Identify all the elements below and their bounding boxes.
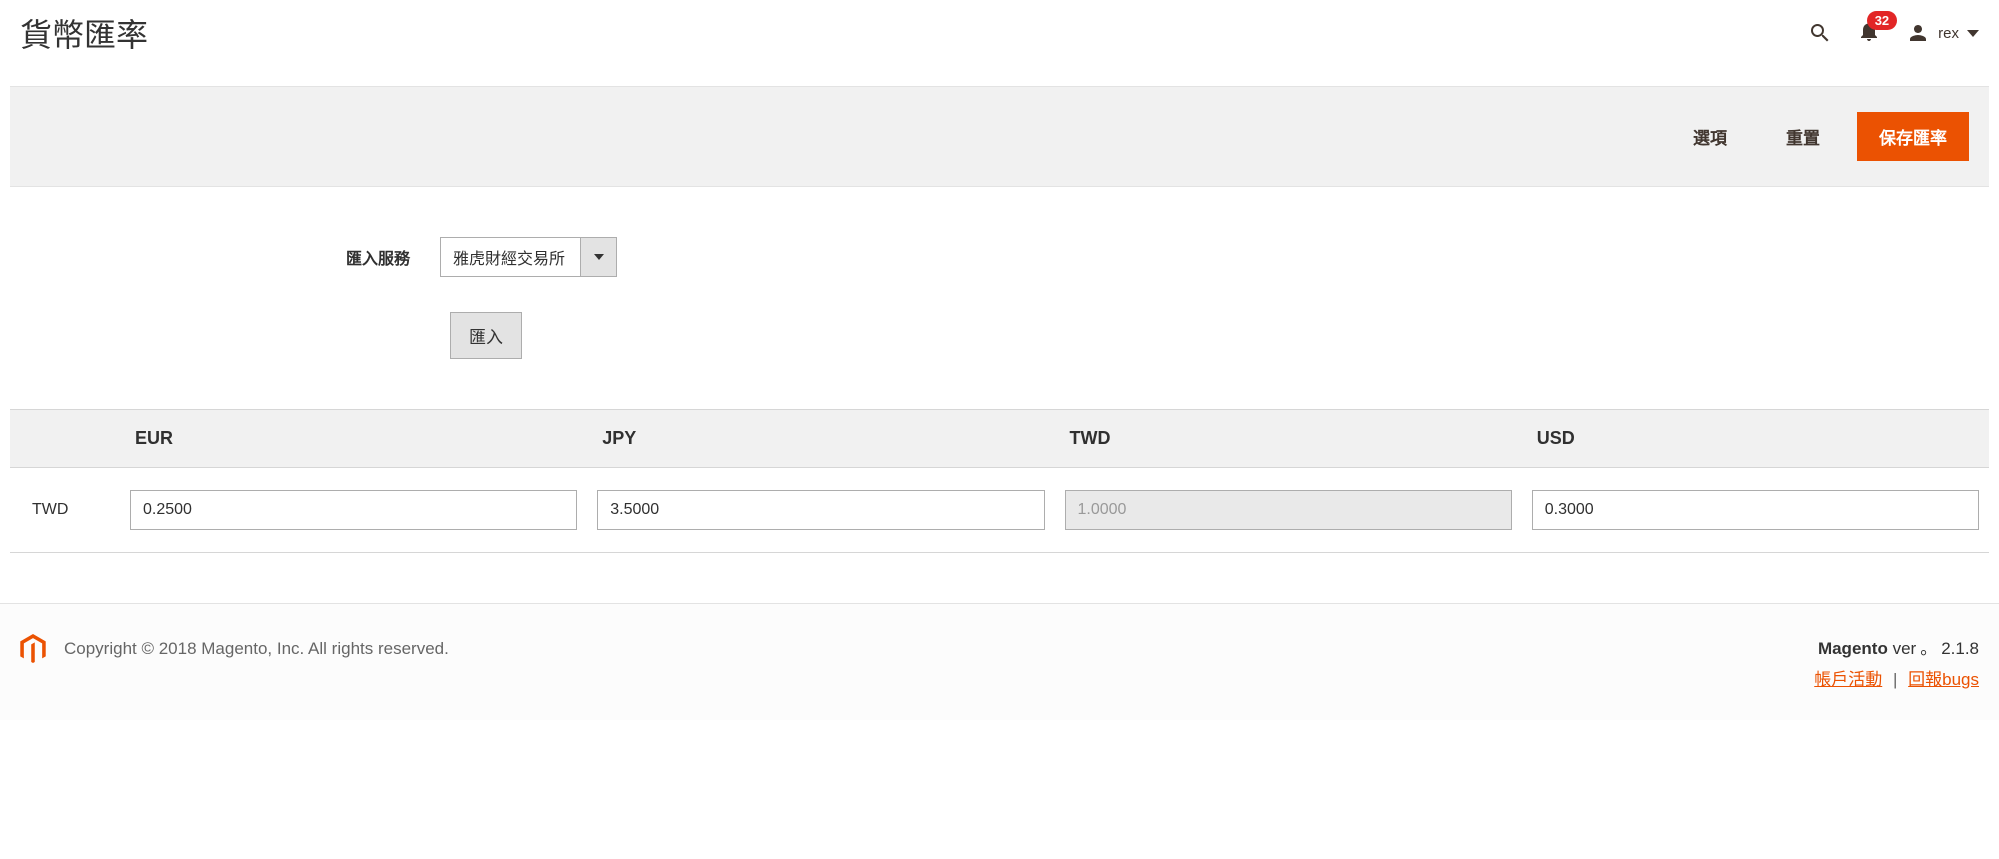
account-activity-link[interactable]: 帳戶活動 xyxy=(1814,670,1882,689)
notification-count-badge: 32 xyxy=(1867,11,1897,30)
user-icon xyxy=(1906,21,1930,45)
notifications-button[interactable]: 32 xyxy=(1857,19,1881,47)
search-icon[interactable] xyxy=(1808,21,1832,45)
import-button[interactable]: 匯入 xyxy=(450,312,522,359)
options-button[interactable]: 選項 xyxy=(1671,112,1749,161)
table-header-twd: TWD xyxy=(1055,410,1522,468)
table-header-jpy: JPY xyxy=(587,410,1054,468)
save-rates-button[interactable]: 保存匯率 xyxy=(1857,112,1969,161)
import-service-label: 匯入服務 xyxy=(20,245,440,269)
actions-toolbar: 選項 重置 保存匯率 xyxy=(10,86,1989,187)
table-header-blank xyxy=(10,410,120,468)
table-row: TWD xyxy=(10,468,1989,553)
row-currency-label: TWD xyxy=(10,468,120,553)
rate-input-usd[interactable] xyxy=(1532,490,1979,530)
report-bugs-link[interactable]: 回報bugs xyxy=(1908,670,1979,689)
chevron-down-icon xyxy=(580,238,616,276)
rate-input-eur[interactable] xyxy=(130,490,577,530)
import-service-value: 雅虎財經交易所 xyxy=(441,245,580,269)
copyright-text: Copyright © 2018 Magento, Inc. All right… xyxy=(64,639,449,659)
magento-logo-icon xyxy=(20,634,46,664)
currency-rates-table: EUR JPY TWD USD TWD xyxy=(10,409,1989,553)
import-service-select[interactable]: 雅虎財經交易所 xyxy=(440,237,617,277)
table-header-usd: USD xyxy=(1522,410,1989,468)
separator: | xyxy=(1893,670,1897,689)
table-header-eur: EUR xyxy=(120,410,587,468)
rate-input-jpy[interactable] xyxy=(597,490,1044,530)
page-title: 貨幣匯率 xyxy=(20,10,148,56)
chevron-down-icon xyxy=(1967,30,1979,37)
version-text: Magento ver。2.1.8 xyxy=(1814,634,1979,659)
user-menu[interactable]: rex xyxy=(1906,21,1979,45)
rate-input-twd xyxy=(1065,490,1512,530)
page-footer: Copyright © 2018 Magento, Inc. All right… xyxy=(0,603,1999,720)
username-label: rex xyxy=(1938,25,1959,42)
reset-button[interactable]: 重置 xyxy=(1764,112,1842,161)
